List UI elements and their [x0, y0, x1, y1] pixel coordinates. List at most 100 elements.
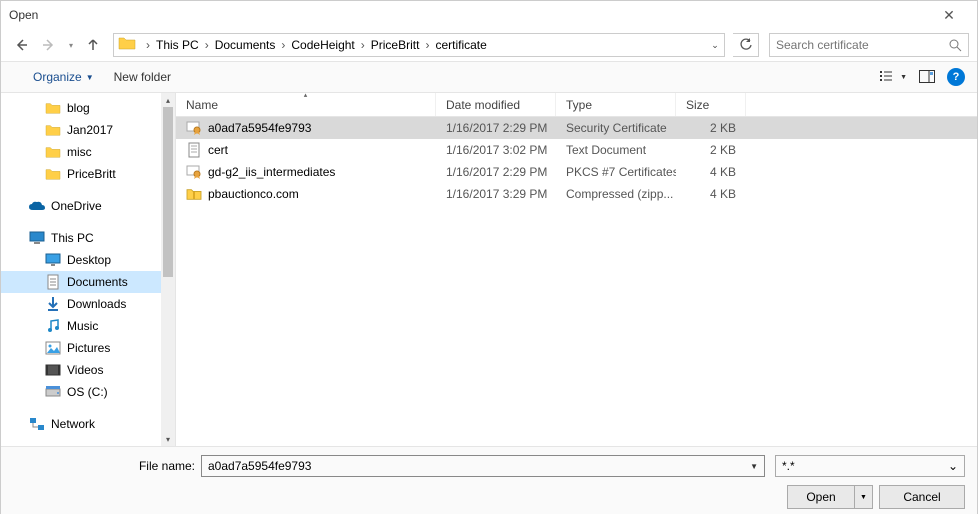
music-icon — [45, 318, 61, 334]
file-type: Compressed (zipp... — [556, 187, 676, 201]
file-name: cert — [208, 143, 228, 157]
chevron-right-icon[interactable]: › — [357, 38, 369, 52]
new-folder-button[interactable]: New folder — [114, 70, 171, 84]
window-title: Open — [9, 8, 38, 22]
chevron-right-icon[interactable]: › — [421, 38, 433, 52]
file-date: 1/16/2017 3:02 PM — [436, 143, 556, 157]
organize-dropdown-icon[interactable]: ▼ — [86, 73, 94, 82]
tree-folder-jan2017[interactable]: Jan2017 — [1, 119, 161, 141]
folder-icon — [45, 144, 61, 160]
scroll-up-icon[interactable]: ▴ — [161, 93, 175, 107]
open-split-dropdown[interactable]: ▼ — [854, 486, 872, 508]
filter-dropdown-icon[interactable]: ⌄ — [948, 459, 958, 473]
file-list[interactable]: ▴ Name Date modified Type Size a0ad7a595… — [176, 93, 977, 446]
file-name: gd-g2_iis_intermediates — [208, 165, 335, 179]
tree-folder-pricebritt[interactable]: PriceBritt — [1, 163, 161, 185]
doc-icon — [45, 274, 61, 290]
filename-dropdown-icon[interactable]: ▼ — [750, 462, 758, 471]
sort-asc-icon: ▴ — [304, 91, 308, 99]
file-size: 2 KB — [676, 121, 746, 135]
breadcrumb-codeheight[interactable]: CodeHeight — [289, 38, 356, 52]
forward-button[interactable] — [37, 33, 61, 57]
onedrive-icon — [29, 198, 45, 214]
file-row[interactable]: pbauctionco.com1/16/2017 3:29 PMCompress… — [176, 183, 977, 205]
network-icon — [29, 416, 45, 432]
col-name[interactable]: ▴ Name — [176, 93, 436, 116]
search-box[interactable] — [769, 33, 969, 57]
tree-os-c-[interactable]: OS (C:) — [1, 381, 161, 403]
file-row[interactable]: gd-g2_iis_intermediates 1/16/2017 2:29 PM… — [176, 161, 977, 183]
tree-downloads[interactable]: Downloads — [1, 293, 161, 315]
pc-icon — [29, 230, 45, 246]
up-button[interactable] — [81, 33, 105, 57]
search-icon[interactable] — [948, 38, 962, 52]
help-button[interactable]: ? — [947, 68, 965, 86]
col-type[interactable]: Type — [556, 93, 676, 116]
filename-value[interactable]: a0ad7a5954fe9793 — [208, 459, 750, 473]
tree-scrollbar[interactable]: ▴ ▾ — [161, 93, 175, 446]
tree-videos[interactable]: Videos — [1, 359, 161, 381]
file-date: 1/16/2017 2:29 PM — [436, 165, 556, 179]
view-options-button[interactable]: ▼ — [880, 70, 907, 84]
filename-combo[interactable]: a0ad7a5954fe9793 ▼ — [201, 455, 765, 477]
tree-folder-misc[interactable]: misc — [1, 141, 161, 163]
file-type: Security Certificate — [556, 121, 676, 135]
zip-icon — [186, 186, 202, 202]
download-icon — [45, 296, 61, 312]
file-type: Text Document — [556, 143, 676, 157]
scroll-down-icon[interactable]: ▾ — [161, 432, 175, 446]
file-size: 4 KB — [676, 187, 746, 201]
file-size: 4 KB — [676, 165, 746, 179]
tree-desktop[interactable]: Desktop — [1, 249, 161, 271]
filter-combo[interactable]: *.* ⌄ — [775, 455, 965, 477]
scroll-thumb[interactable] — [163, 107, 173, 277]
cert-icon — [186, 120, 202, 136]
file-size: 2 KB — [676, 143, 746, 157]
back-button[interactable] — [9, 33, 33, 57]
tree-music[interactable]: Music — [1, 315, 161, 337]
pictures-icon — [45, 340, 61, 356]
refresh-button[interactable] — [733, 33, 759, 57]
close-button[interactable]: ✕ — [929, 2, 969, 28]
desktop-icon — [45, 252, 61, 268]
tree-network[interactable]: Network — [1, 413, 161, 435]
organize-button[interactable]: Organize — [33, 70, 82, 84]
address-bar[interactable]: › This PC›Documents›CodeHeight›PriceBrit… — [113, 33, 725, 57]
breadcrumb-this-pc[interactable]: This PC — [154, 38, 201, 52]
file-type: PKCS #7 Certificates — [556, 165, 676, 179]
breadcrumb-documents[interactable]: Documents — [213, 38, 278, 52]
tree-this-pc[interactable]: This PC — [1, 227, 161, 249]
col-size[interactable]: Size — [676, 93, 746, 116]
address-dropdown[interactable]: ⌄ — [706, 40, 724, 51]
txt-icon — [186, 142, 202, 158]
col-date[interactable]: Date modified — [436, 93, 556, 116]
recent-dropdown[interactable]: ▾ — [65, 33, 77, 57]
file-date: 1/16/2017 3:29 PM — [436, 187, 556, 201]
search-input[interactable] — [776, 38, 948, 52]
tree-pictures[interactable]: Pictures — [1, 337, 161, 359]
folder-icon — [118, 35, 138, 55]
cancel-button[interactable]: Cancel — [879, 485, 965, 509]
drive-icon — [45, 384, 61, 400]
breadcrumb-pricebritt[interactable]: PriceBritt — [369, 38, 422, 52]
file-date: 1/16/2017 2:29 PM — [436, 121, 556, 135]
folder-icon — [45, 166, 61, 182]
preview-pane-button[interactable] — [919, 70, 935, 84]
nav-tree[interactable]: blogJan2017miscPriceBritt OneDrive This PC… — [1, 93, 176, 446]
chevron-right-icon[interactable]: › — [277, 38, 289, 52]
breadcrumb-certificate[interactable]: certificate — [433, 38, 488, 52]
tree-onedrive[interactable]: OneDrive — [1, 195, 161, 217]
tree-documents[interactable]: Documents — [1, 271, 161, 293]
open-button[interactable]: Open ▼ — [787, 485, 873, 509]
file-row[interactable]: a0ad7a5954fe9793 1/16/2017 2:29 PMSecurit… — [176, 117, 977, 139]
videos-icon — [45, 362, 61, 378]
folder-icon — [45, 122, 61, 138]
chevron-right-icon[interactable]: › — [201, 38, 213, 52]
filename-label: File name: — [1, 459, 201, 473]
folder-icon — [45, 100, 61, 116]
tree-folder-blog[interactable]: blog — [1, 97, 161, 119]
chevron-right-icon[interactable]: › — [142, 38, 154, 52]
cert-icon — [186, 164, 202, 180]
file-name: a0ad7a5954fe9793 — [208, 121, 311, 135]
file-row[interactable]: cert 1/16/2017 3:02 PMText Document2 KB — [176, 139, 977, 161]
